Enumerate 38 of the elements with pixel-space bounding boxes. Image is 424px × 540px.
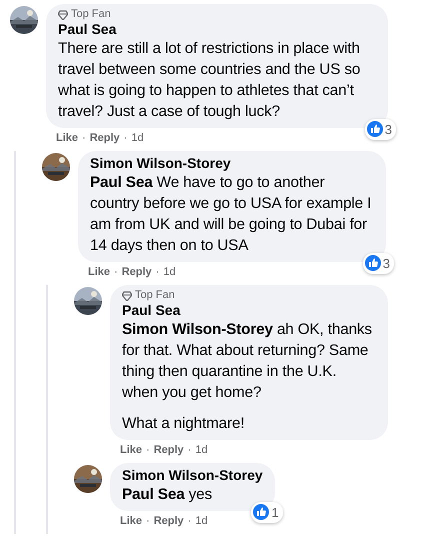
- reaction-count[interactable]: 1: [251, 502, 283, 523]
- like-link[interactable]: Like: [120, 514, 142, 528]
- separator-dot: ·: [146, 514, 150, 528]
- reply-link[interactable]: Reply: [90, 131, 120, 145]
- author-name[interactable]: Paul Sea: [58, 21, 376, 38]
- separator-dot: ·: [114, 265, 118, 279]
- timestamp: 1d: [195, 514, 208, 528]
- like-link[interactable]: Like: [120, 443, 142, 457]
- reply-link[interactable]: Reply: [122, 265, 152, 279]
- like-icon: [253, 504, 270, 520]
- separator-dot: ·: [146, 443, 150, 457]
- author-name[interactable]: Simon Wilson-Storey: [90, 155, 374, 172]
- diamond-icon: [58, 10, 68, 20]
- separator-dot: ·: [124, 131, 128, 145]
- separator-dot: ·: [156, 265, 160, 279]
- reply-link[interactable]: Reply: [154, 443, 184, 457]
- reaction-count[interactable]: 3: [364, 118, 396, 140]
- top-fan-label: Top Fan: [135, 289, 175, 302]
- separator-dot: ·: [82, 131, 86, 145]
- comment-text: There are still a lot of restrictions in place with travel between some countries and the US so what is going to happen to athletes that can’t travel? Just a case of tough luck?: [58, 39, 362, 122]
- comment-text: Paul Sea yes: [122, 485, 214, 505]
- separator-dot: ·: [188, 514, 192, 528]
- timestamp: 1d: [163, 265, 176, 279]
- diamond-icon: [122, 290, 132, 300]
- top-fan-label: Top Fan: [71, 8, 111, 21]
- timestamp: 1d: [131, 131, 144, 145]
- like-link[interactable]: Like: [56, 131, 78, 145]
- like-link[interactable]: Like: [88, 265, 110, 279]
- author-name[interactable]: Simon Wilson-Storey: [122, 467, 263, 484]
- author-name[interactable]: Paul Sea: [122, 302, 376, 319]
- like-icon: [364, 255, 381, 272]
- reply-link[interactable]: Reply: [154, 514, 184, 528]
- comment-text: Simon Wilson-Storey ah OK, thanks for that. What about returning? Same thing then quarantine in the U.K. when you get home?: [122, 320, 373, 403]
- like-icon: [366, 121, 383, 138]
- separator-dot: ·: [188, 443, 192, 457]
- reaction-count[interactable]: 3: [362, 252, 394, 274]
- timestamp: 1d: [195, 443, 208, 457]
- comment-text: What a nightmare!: [122, 414, 246, 434]
